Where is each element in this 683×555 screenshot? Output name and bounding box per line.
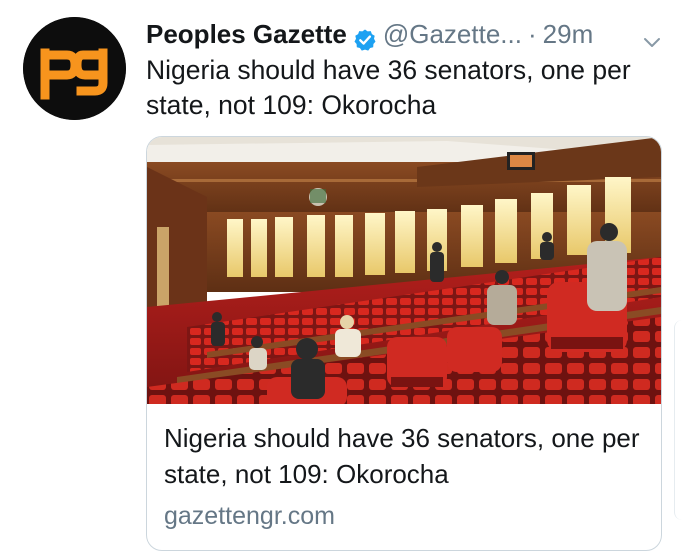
card-image[interactable] <box>147 137 661 404</box>
tweet-header: Peoples Gazette @Gazette... · 29m <box>146 14 663 54</box>
author-handle[interactable]: @Gazette... <box>383 14 522 54</box>
chevron-down-icon[interactable] <box>641 24 663 47</box>
separator-dot: · <box>527 19 537 49</box>
card-title[interactable]: Nigeria should have 36 senators, one per… <box>164 420 654 492</box>
next-item-edge <box>674 320 683 520</box>
peoples-gazette-logo-icon <box>23 17 126 120</box>
link-card[interactable]: Nigeria should have 36 senators, one per… <box>146 136 662 551</box>
card-domain[interactable]: gazettengr.com <box>164 499 335 533</box>
tweet[interactable]: Peoples Gazette @Gazette... · 29m Nigeria s… <box>0 0 683 555</box>
author-name[interactable]: Peoples Gazette <box>146 14 347 54</box>
verified-badge-icon <box>353 23 377 51</box>
tweet-text: Nigeria should have 36 senators, one per… <box>146 55 631 120</box>
avatar[interactable] <box>23 17 126 120</box>
tweet-timestamp[interactable]: 29m <box>543 14 594 54</box>
senate-chamber-image <box>147 137 661 404</box>
